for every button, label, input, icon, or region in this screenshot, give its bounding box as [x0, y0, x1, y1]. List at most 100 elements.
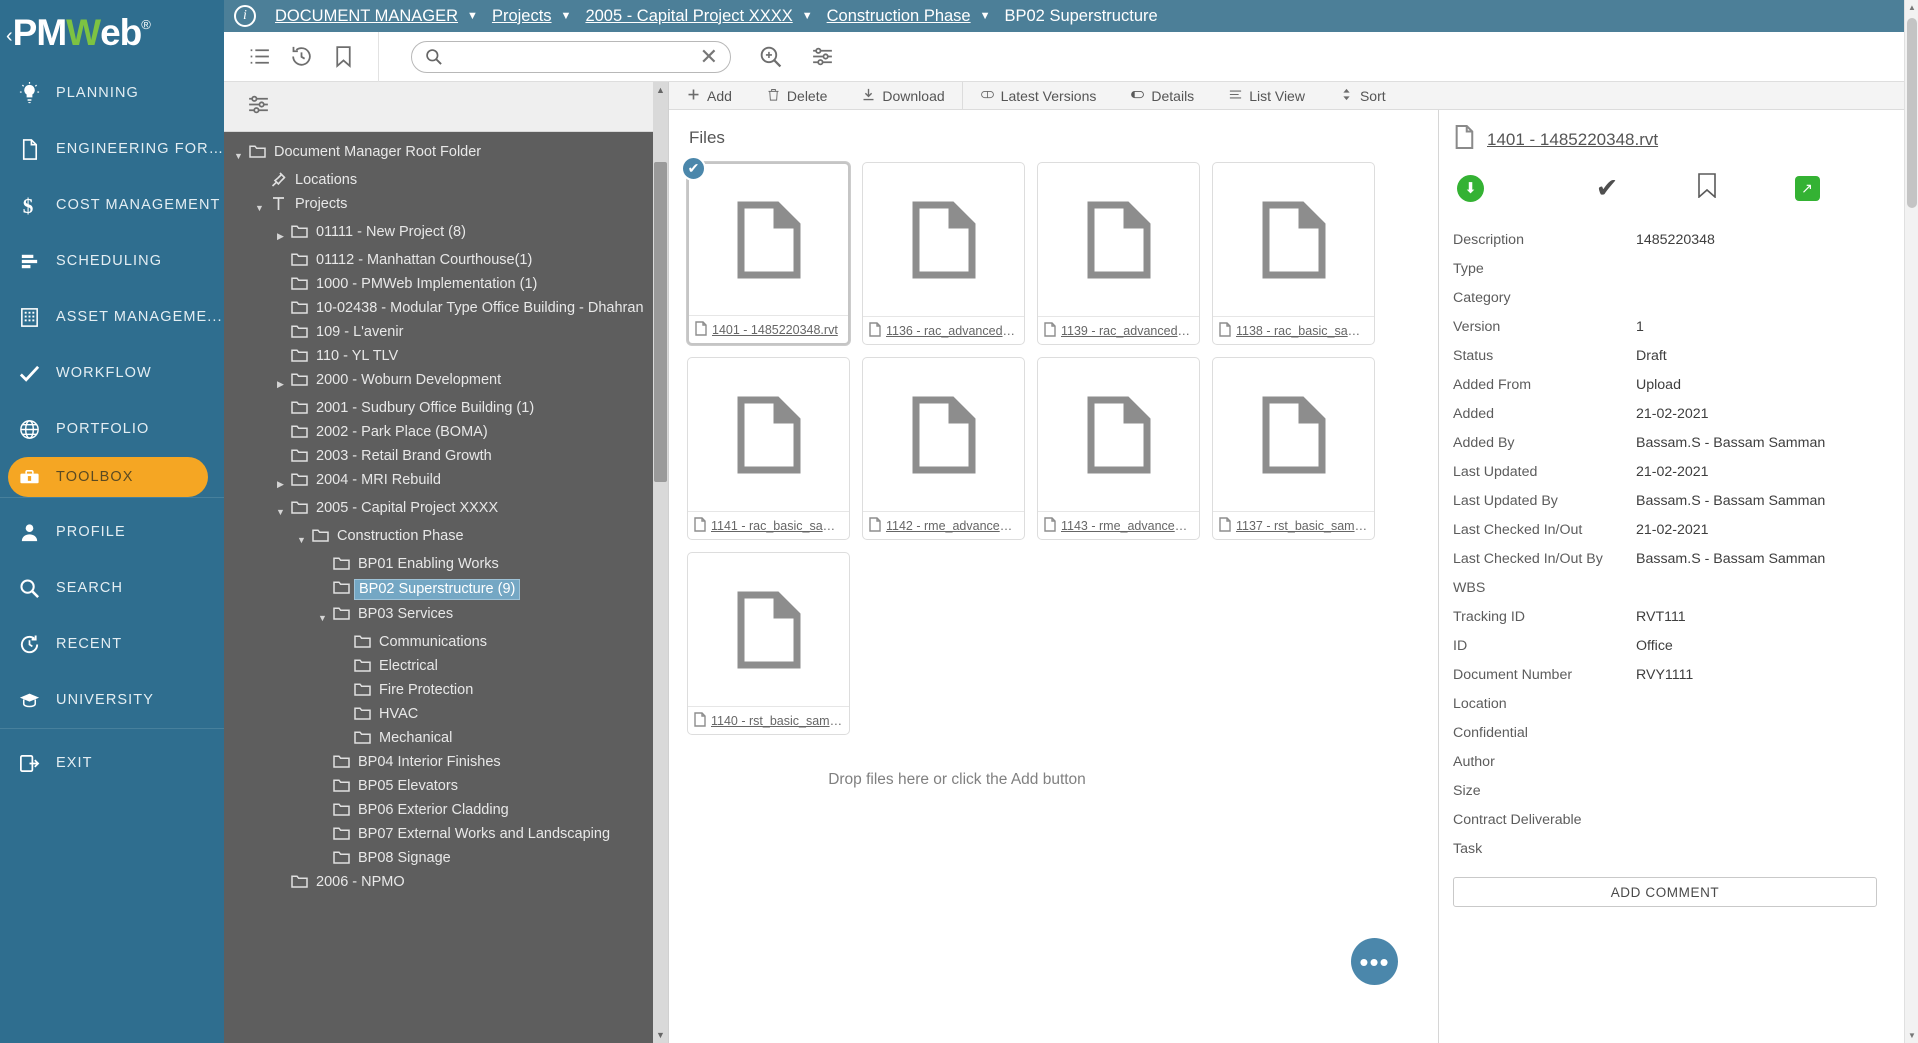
file-name-row[interactable]: 1136 - rac_advanced_s... [863, 316, 1024, 344]
download-file-button[interactable]: ⬇ [1457, 174, 1557, 202]
scroll-down-arrow[interactable]: ▼ [653, 1027, 668, 1043]
tree-toggle-arrow[interactable] [274, 447, 287, 451]
sidebar-item-university[interactable]: UNIVERSITY [0, 672, 224, 728]
sidebar-item-profile[interactable]: PROFILE [0, 504, 224, 560]
search-input-wrapper[interactable]: ✕ [411, 40, 731, 73]
tree-node[interactable]: BP02 Superstructure (9) [224, 576, 668, 602]
tree-toggle-arrow[interactable] [253, 171, 266, 175]
file-tile[interactable]: 1143 - rme_advanced_... [1037, 357, 1200, 540]
file-name-label[interactable]: 1137 - rst_basic_sampl... [1236, 519, 1368, 533]
tree-toggle-arrow[interactable] [337, 729, 350, 733]
tree-node[interactable]: Fire Protection [224, 678, 668, 702]
details-file-title[interactable]: 1401 - 1485220348.rvt [1487, 130, 1658, 150]
filter-settings-icon[interactable] [246, 92, 271, 122]
bookmark-icon[interactable] [330, 44, 356, 70]
tree-toggle-arrow[interactable] [316, 753, 329, 757]
tree-node[interactable]: Mechanical [224, 726, 668, 750]
tree-toggle-arrow[interactable] [274, 347, 287, 351]
tree-toggle-arrow[interactable] [337, 681, 350, 685]
list-icon[interactable] [246, 44, 272, 70]
tree-node[interactable]: BP05 Elevators [224, 774, 668, 798]
file-tile[interactable]: 1139 - rac_advanced_s... [1037, 162, 1200, 345]
file-name-row[interactable]: 1401 - 1485220348.rvt [689, 315, 848, 343]
file-name-label[interactable]: 1141 - rac_basic_sampl... [711, 519, 843, 533]
tree-toggle-arrow[interactable] [274, 873, 287, 877]
tree-node[interactable]: ▼ Construction Phase [224, 524, 668, 552]
more-actions-button[interactable]: ••• [1351, 938, 1398, 985]
breadcrumb-projects[interactable]: Projects [492, 7, 552, 26]
file-tile[interactable]: 1141 - rac_basic_sampl... [687, 357, 850, 540]
sidebar-item-planning[interactable]: PLANNING [0, 65, 224, 121]
delete-button[interactable]: Delete [749, 82, 844, 110]
sidebar-item-scheduling[interactable]: SCHEDULING [0, 233, 224, 289]
tree-toggle-arrow[interactable] [274, 323, 287, 327]
tree-node[interactable]: ▼ Projects [224, 192, 668, 220]
tree-toggle-arrow[interactable] [316, 849, 329, 853]
add-comment-button[interactable]: ADD COMMENT [1453, 877, 1877, 907]
list-view-button[interactable]: List View [1211, 82, 1322, 110]
file-tile[interactable]: 1136 - rac_advanced_s... [862, 162, 1025, 345]
chevron-down-icon[interactable]: ▼ [802, 10, 813, 22]
tree-node[interactable]: 2002 - Park Place (BOMA) [224, 420, 668, 444]
breadcrumb-phase[interactable]: Construction Phase [827, 7, 971, 26]
history-icon[interactable] [288, 44, 314, 70]
tree-node[interactable]: BP08 Signage [224, 846, 668, 870]
collapse-sidebar-icon[interactable]: ‹ [6, 25, 13, 48]
tree-toggle-arrow[interactable]: ▶ [274, 371, 287, 394]
file-name-row[interactable]: 1140 - rst_basic_sampl... [688, 706, 849, 734]
file-name-label[interactable]: 1140 - rst_basic_sampl... [711, 714, 843, 728]
download-button[interactable]: Download [844, 82, 961, 110]
file-name-row[interactable]: 1143 - rme_advanced_... [1038, 511, 1199, 539]
zoom-search-icon[interactable] [757, 44, 783, 70]
sidebar-item-recent[interactable]: RECENT [0, 616, 224, 672]
open-external-button[interactable]: ↗ [1757, 175, 1857, 201]
file-grid[interactable]: ✔ 1401 - 1485220348.rvt 1136 - rac_advance… [681, 156, 1438, 735]
selected-check-icon[interactable]: ✔ [681, 156, 706, 181]
sort-button[interactable]: Sort [1322, 82, 1403, 110]
tree-toggle-arrow[interactable] [274, 399, 287, 403]
file-name-row[interactable]: 1138 - rac_basic_samp... [1213, 316, 1374, 344]
tree-toggle-arrow[interactable] [316, 777, 329, 781]
tree-toggle-arrow[interactable] [274, 251, 287, 255]
tree-toggle-arrow[interactable] [274, 299, 287, 303]
details-toggle[interactable]: Details [1113, 82, 1211, 110]
add-button[interactable]: Add [669, 82, 749, 110]
tree-node[interactable]: HVAC [224, 702, 668, 726]
file-name-label[interactable]: 1142 - rme_advanced_... [886, 519, 1018, 533]
tree-node[interactable]: ▼ Document Manager Root Folder [224, 140, 668, 168]
breadcrumb-document-manager[interactable]: DOCUMENT MANAGER [275, 7, 458, 26]
file-name-label[interactable]: 1136 - rac_advanced_s... [886, 324, 1018, 338]
tree-node[interactable]: 10-02438 - Modular Type Office Building … [224, 296, 668, 320]
tree-node[interactable]: ▶ 01111 - New Project (8) [224, 220, 668, 248]
chevron-down-icon[interactable]: ▼ [467, 10, 478, 22]
pmweb-logo[interactable]: ‹ PM Web ® [0, 0, 224, 65]
tree-toggle-arrow[interactable] [274, 275, 287, 279]
file-name-label[interactable]: 1138 - rac_basic_samp... [1236, 324, 1368, 338]
sidebar-item-workflow[interactable]: WORKFLOW [0, 345, 224, 401]
sidebar-item-cost-management[interactable]: $ COST MANAGEMENT [0, 177, 224, 233]
tree-node[interactable]: 01112 - Manhattan Courthouse(1) [224, 248, 668, 272]
latest-versions-toggle[interactable]: Latest Versions [963, 82, 1114, 110]
details-scrollbar[interactable]: ▲ ▼ [1904, 0, 1918, 1043]
filter-settings-icon[interactable] [809, 44, 835, 70]
tree-scrollbar-thumb[interactable] [654, 162, 667, 482]
file-tile[interactable]: 1142 - rme_advanced_... [862, 357, 1025, 540]
clear-search-icon[interactable]: ✕ [700, 45, 718, 68]
tree-toggle-arrow[interactable] [316, 579, 329, 583]
file-name-row[interactable]: 1142 - rme_advanced_... [863, 511, 1024, 539]
file-tile[interactable]: 1138 - rac_basic_samp... [1212, 162, 1375, 345]
tree-node[interactable]: 1000 - PMWeb Implementation (1) [224, 272, 668, 296]
chevron-down-icon[interactable]: ▼ [980, 10, 991, 22]
file-tile[interactable]: ✔ 1401 - 1485220348.rvt [681, 156, 850, 345]
tree-node[interactable]: 2003 - Retail Brand Growth [224, 444, 668, 468]
tree-node[interactable]: BP06 Exterior Cladding [224, 798, 668, 822]
tree-node[interactable]: 2001 - Sudbury Office Building (1) [224, 396, 668, 420]
sidebar-item-portfolio[interactable]: PORTFOLIO [0, 401, 224, 457]
tree-toggle-arrow[interactable] [337, 705, 350, 709]
tree-toggle-arrow[interactable]: ▼ [274, 499, 287, 522]
scroll-down-arrow[interactable]: ▼ [1905, 1028, 1918, 1043]
sidebar-item-asset-management[interactable]: ASSET MANAGEME... [0, 289, 224, 345]
tree-node[interactable]: ▶ 2000 - Woburn Development [224, 368, 668, 396]
approve-button[interactable]: ✔ [1557, 174, 1657, 202]
tree-node[interactable]: 110 - YL TLV [224, 344, 668, 368]
